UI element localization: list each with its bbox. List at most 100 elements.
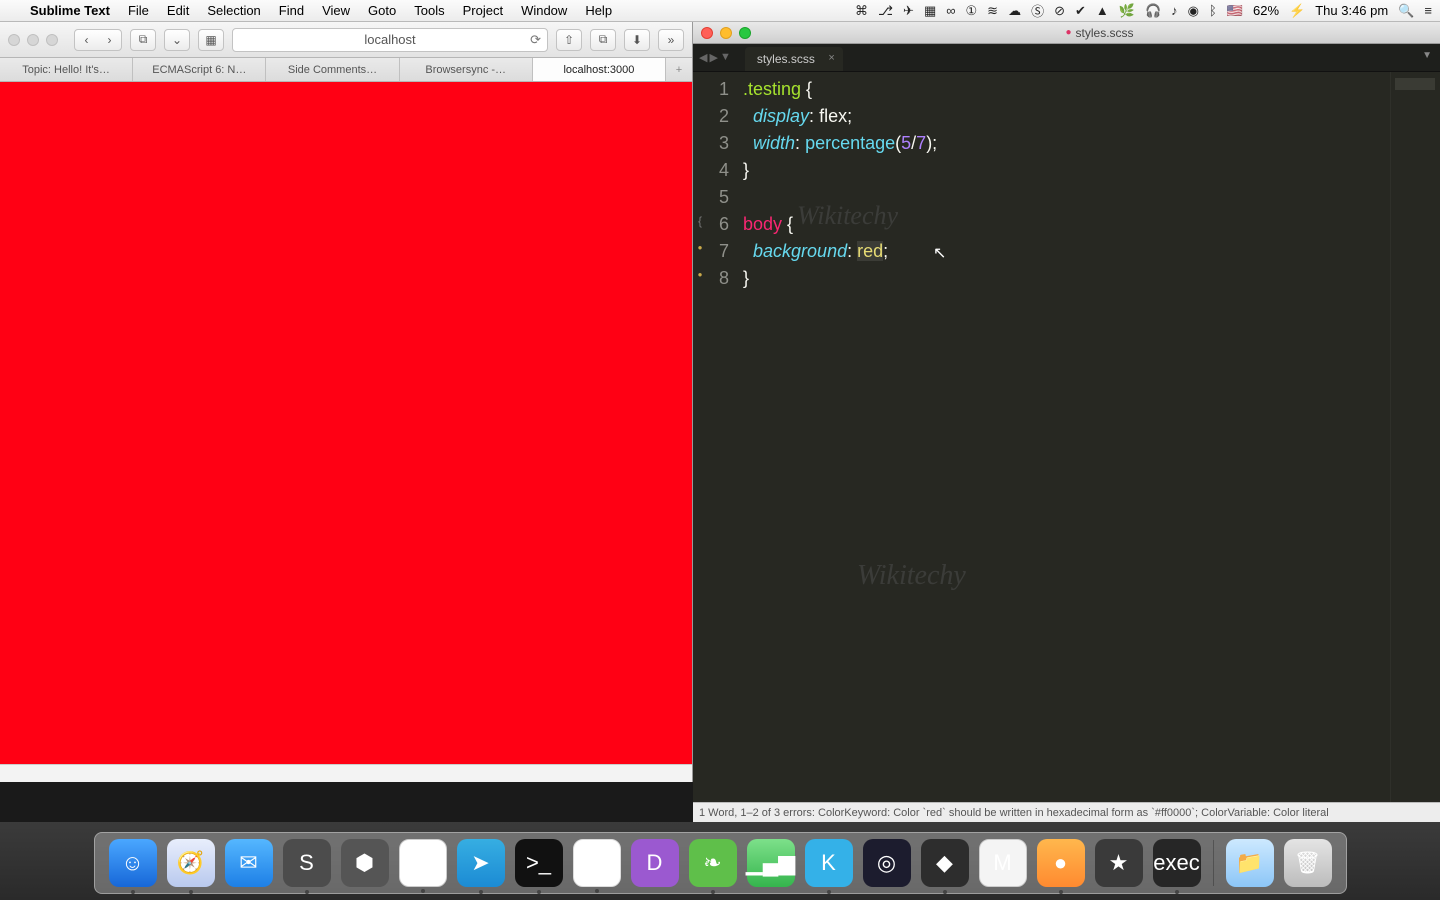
tab[interactable]: Browsersync -… [400,58,533,81]
menubar-status-area: ⌘ ⎇ ✈ ▦ ∞ ① ≋ ☁ Ⓢ ⊘ ✔ ▲ 🌿 🎧 ♪ ◉ ᛒ 🇺🇸 62%… [855,1,1432,20]
dock-downloads[interactable]: 📁 [1226,839,1274,887]
close-button[interactable] [701,27,713,39]
tabs-button[interactable]: ⧉ [590,29,616,51]
status-icon[interactable]: ⎇ [878,3,893,19]
status-icon[interactable]: ⌘ [855,3,868,19]
dock-app-mail[interactable]: ✉ [225,839,273,887]
editor-tab[interactable]: styles.scss × [745,47,843,71]
status-icon[interactable]: 🌿 [1119,3,1135,19]
editor-area[interactable]: { ● ● 1 2 3 4 5 6 7 8 .testing { display… [693,72,1440,802]
battery-icon[interactable]: ⚡ [1289,3,1305,19]
address-bar[interactable]: localhost ⟳ [232,28,548,52]
tab[interactable]: ECMAScript 6: N… [133,58,266,81]
app-menu[interactable]: Sublime Text [30,3,110,18]
minimize-button[interactable] [27,34,39,46]
notification-center-icon[interactable]: ≡ [1424,3,1432,18]
readlater-button[interactable]: ⌄ [164,29,190,51]
status-icon[interactable]: 🎧 [1145,3,1161,19]
dock-app-slack[interactable]: S [573,839,621,887]
mouse-cursor-icon: ↖ [933,240,946,267]
macos-menubar: Sublime Text File Edit Selection Find Vi… [0,0,1440,22]
minimap[interactable] [1390,72,1440,802]
minimize-button[interactable] [720,27,732,39]
menu-file[interactable]: File [128,3,149,18]
status-icon[interactable]: ▲ [1096,3,1109,18]
spotlight-icon[interactable]: 🔍 [1398,3,1414,19]
sidebar-button[interactable]: ⧉ [130,29,156,51]
status-icon[interactable]: ✈ [903,3,914,19]
gutter-marks: { ● ● [693,72,707,802]
menu-view[interactable]: View [322,3,350,18]
status-icon[interactable]: ⊘ [1054,3,1065,19]
dock-app-safari[interactable]: 🧭 [167,839,215,887]
tab[interactable]: Topic: Hello! It's… [0,58,133,81]
status-icon[interactable]: ① [966,3,978,19]
dock-app-numbers[interactable]: ▁▄▆ [747,839,795,887]
dock-app-kite[interactable]: K [805,839,853,887]
dock-app-1password[interactable]: ◎ [863,839,911,887]
dock-app-sublime[interactable]: S [283,839,331,887]
status-icon[interactable]: ▦ [924,3,936,19]
dock-app-finder[interactable]: ☺ [109,839,157,887]
nav-back-icon[interactable]: ◀ [699,51,707,64]
dock-app-camtasia[interactable]: ● [1037,839,1085,887]
dock-app-telegram[interactable]: ➤ [457,839,505,887]
menu-find[interactable]: Find [279,3,304,18]
clock[interactable]: Thu 3:46 pm [1315,3,1388,18]
nav-down-icon[interactable]: ▼ [720,51,731,64]
menu-tools[interactable]: Tools [414,3,444,18]
safari-statusbar [0,764,692,782]
dock-app-exec[interactable]: exec [1153,839,1201,887]
battery-percent[interactable]: 62% [1253,3,1279,18]
share-button[interactable]: ⇧ [556,29,582,51]
dock-app-sketch[interactable]: ◆ [921,839,969,887]
sublime-window: ● styles.scss ◀ ▶ ▼ styles.scss × ▼ { ● … [693,22,1440,822]
menu-selection[interactable]: Selection [207,3,260,18]
watermark: Wikitechy [797,202,898,229]
overflow-button[interactable]: » [658,29,684,51]
menu-edit[interactable]: Edit [167,3,189,18]
status-icon[interactable]: ♪ [1171,3,1178,18]
reload-icon[interactable]: ⟳ [530,32,541,48]
flag-icon[interactable]: 🇺🇸 [1227,3,1243,19]
menu-project[interactable]: Project [463,3,503,18]
status-icon[interactable]: Ⓢ [1031,1,1044,20]
bluetooth-icon[interactable]: ᛒ [1209,3,1217,18]
dock-app-chrome[interactable]: ◉ [399,839,447,887]
tab-menu-icon[interactable]: ▼ [1422,50,1432,61]
topsites-button[interactable]: ▦ [198,29,224,51]
menu-window[interactable]: Window [521,3,567,18]
dock-app-dash[interactable]: D [631,839,679,887]
dock-trash[interactable]: 🗑 [1284,839,1332,887]
tab[interactable]: Side Comments… [266,58,399,81]
nav-back-forward[interactable]: ‹› [74,29,122,51]
dock-app-evernote[interactable]: ❧ [689,839,737,887]
tab-active[interactable]: localhost:3000 [533,58,666,81]
dock: ☺🧭✉S⬢◉➤>_SD❧▁▄▆K◎◆M●★exec📁🗑 [94,832,1347,894]
window-title: styles.scss [1076,26,1134,40]
status-icon[interactable]: ✔ [1075,3,1086,19]
close-button[interactable] [8,34,20,46]
filetype-icon: ● [1065,27,1071,38]
new-tab-button[interactable]: + [666,58,692,81]
menu-goto[interactable]: Goto [368,3,396,18]
zoom-button[interactable] [739,27,751,39]
dock-separator [1213,840,1214,886]
dock-app-mweb[interactable]: M [979,839,1027,887]
status-icon[interactable]: ◉ [1188,3,1199,19]
nav-fwd-icon[interactable]: ▶ [709,51,717,64]
code-content[interactable]: .testing { display: flex; width: percent… [737,72,1390,802]
status-icon[interactable]: ∞ [946,3,955,18]
menu-help[interactable]: Help [585,3,612,18]
page-content [0,82,692,764]
dock-app-terminal[interactable]: >_ [515,839,563,887]
status-icon[interactable]: ☁ [1008,3,1021,19]
downloads-button[interactable]: ⬇ [624,29,650,51]
dock-app-transmit[interactable]: ⬢ [341,839,389,887]
safari-toolbar: ‹› ⧉ ⌄ ▦ localhost ⟳ ⇧ ⧉ ⬇ » [0,22,692,58]
tab-close-icon[interactable]: × [828,52,834,64]
status-icon[interactable]: ≋ [987,3,998,19]
zoom-button[interactable] [46,34,58,46]
tab-label: styles.scss [757,52,815,66]
dock-app-imovie[interactable]: ★ [1095,839,1143,887]
